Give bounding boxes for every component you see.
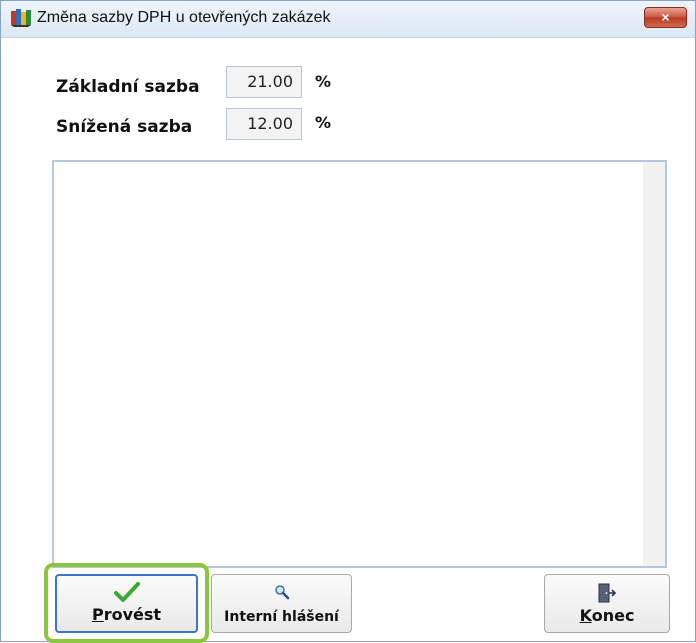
basic-rate-label: Základní sazba xyxy=(56,77,200,97)
basic-rate-input[interactable]: 21.00 xyxy=(226,66,302,98)
internal-report-button[interactable]: Interní hlášení xyxy=(211,574,352,633)
internal-report-button-label: Interní hlášení xyxy=(224,609,339,625)
log-scrollbar[interactable] xyxy=(643,162,665,566)
execute-button[interactable]: Provést xyxy=(55,574,198,633)
close-button[interactable]: × xyxy=(644,7,687,28)
exit-button-label: Konec xyxy=(579,606,635,625)
app-icon xyxy=(11,9,31,27)
exit-door-icon xyxy=(598,583,617,603)
reduced-rate-label: Snížená sazba xyxy=(56,117,193,137)
window-title: Změna sazby DPH u otevřených zakázek xyxy=(37,9,331,26)
title-bar[interactable]: Změna sazby DPH u otevřených zakázek × xyxy=(1,1,695,38)
dialog-window: Změna sazby DPH u otevřených zakázek × Z… xyxy=(0,0,696,643)
exit-button[interactable]: Konec xyxy=(544,574,670,633)
basic-rate-unit: % xyxy=(315,72,332,91)
checkmark-icon xyxy=(113,582,140,602)
reduced-rate-unit: % xyxy=(315,113,332,132)
magnifier-icon xyxy=(274,585,289,600)
close-icon: × xyxy=(661,9,670,25)
execute-button-label: Provést xyxy=(91,605,162,624)
reduced-rate-input[interactable]: 12.00 xyxy=(226,108,302,140)
log-output-area[interactable] xyxy=(52,160,667,568)
